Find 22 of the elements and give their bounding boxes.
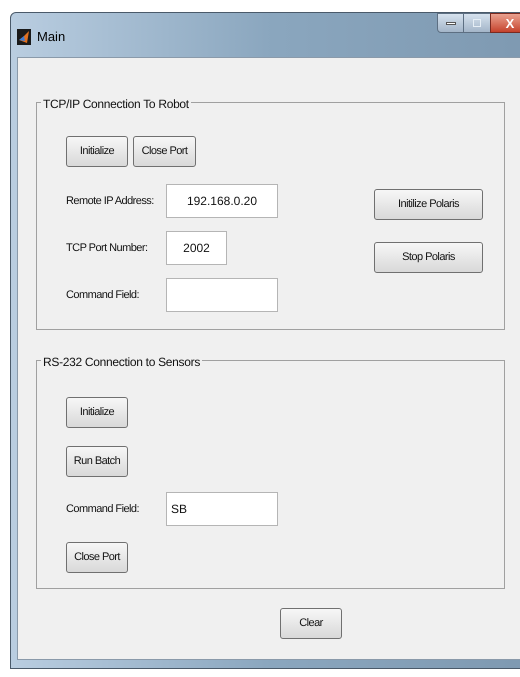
push-button[interactable]: Stop Polaris xyxy=(374,242,483,273)
push-button[interactable]: Initialize xyxy=(66,136,128,167)
push-button[interactable]: Run Batch xyxy=(66,446,128,477)
minimize-button[interactable] xyxy=(437,13,464,33)
field-label: TCP Port Number: xyxy=(66,240,148,256)
input-field[interactable]: SB xyxy=(166,492,278,526)
field-label: Command Field: xyxy=(66,288,140,303)
input-field[interactable]: 192.168.0.20 xyxy=(166,184,278,218)
field-label: Remote IP Address: xyxy=(66,194,155,209)
maximize-button[interactable] xyxy=(464,13,490,33)
window-title: Main xyxy=(37,28,66,46)
input-field[interactable] xyxy=(166,278,278,312)
push-button[interactable]: Clear xyxy=(280,608,342,639)
minimize-icon xyxy=(446,22,456,24)
push-button[interactable]: Close Port xyxy=(66,542,128,573)
logo-icon xyxy=(17,28,31,45)
push-button[interactable]: Initialize xyxy=(66,397,128,428)
maximize-icon xyxy=(473,19,481,27)
push-button[interactable]: Initilize Polaris xyxy=(374,189,483,220)
push-button[interactable]: Close Port xyxy=(133,136,196,167)
input-field[interactable]: 2002 xyxy=(166,231,227,265)
field-label: Command Field: xyxy=(66,502,140,517)
